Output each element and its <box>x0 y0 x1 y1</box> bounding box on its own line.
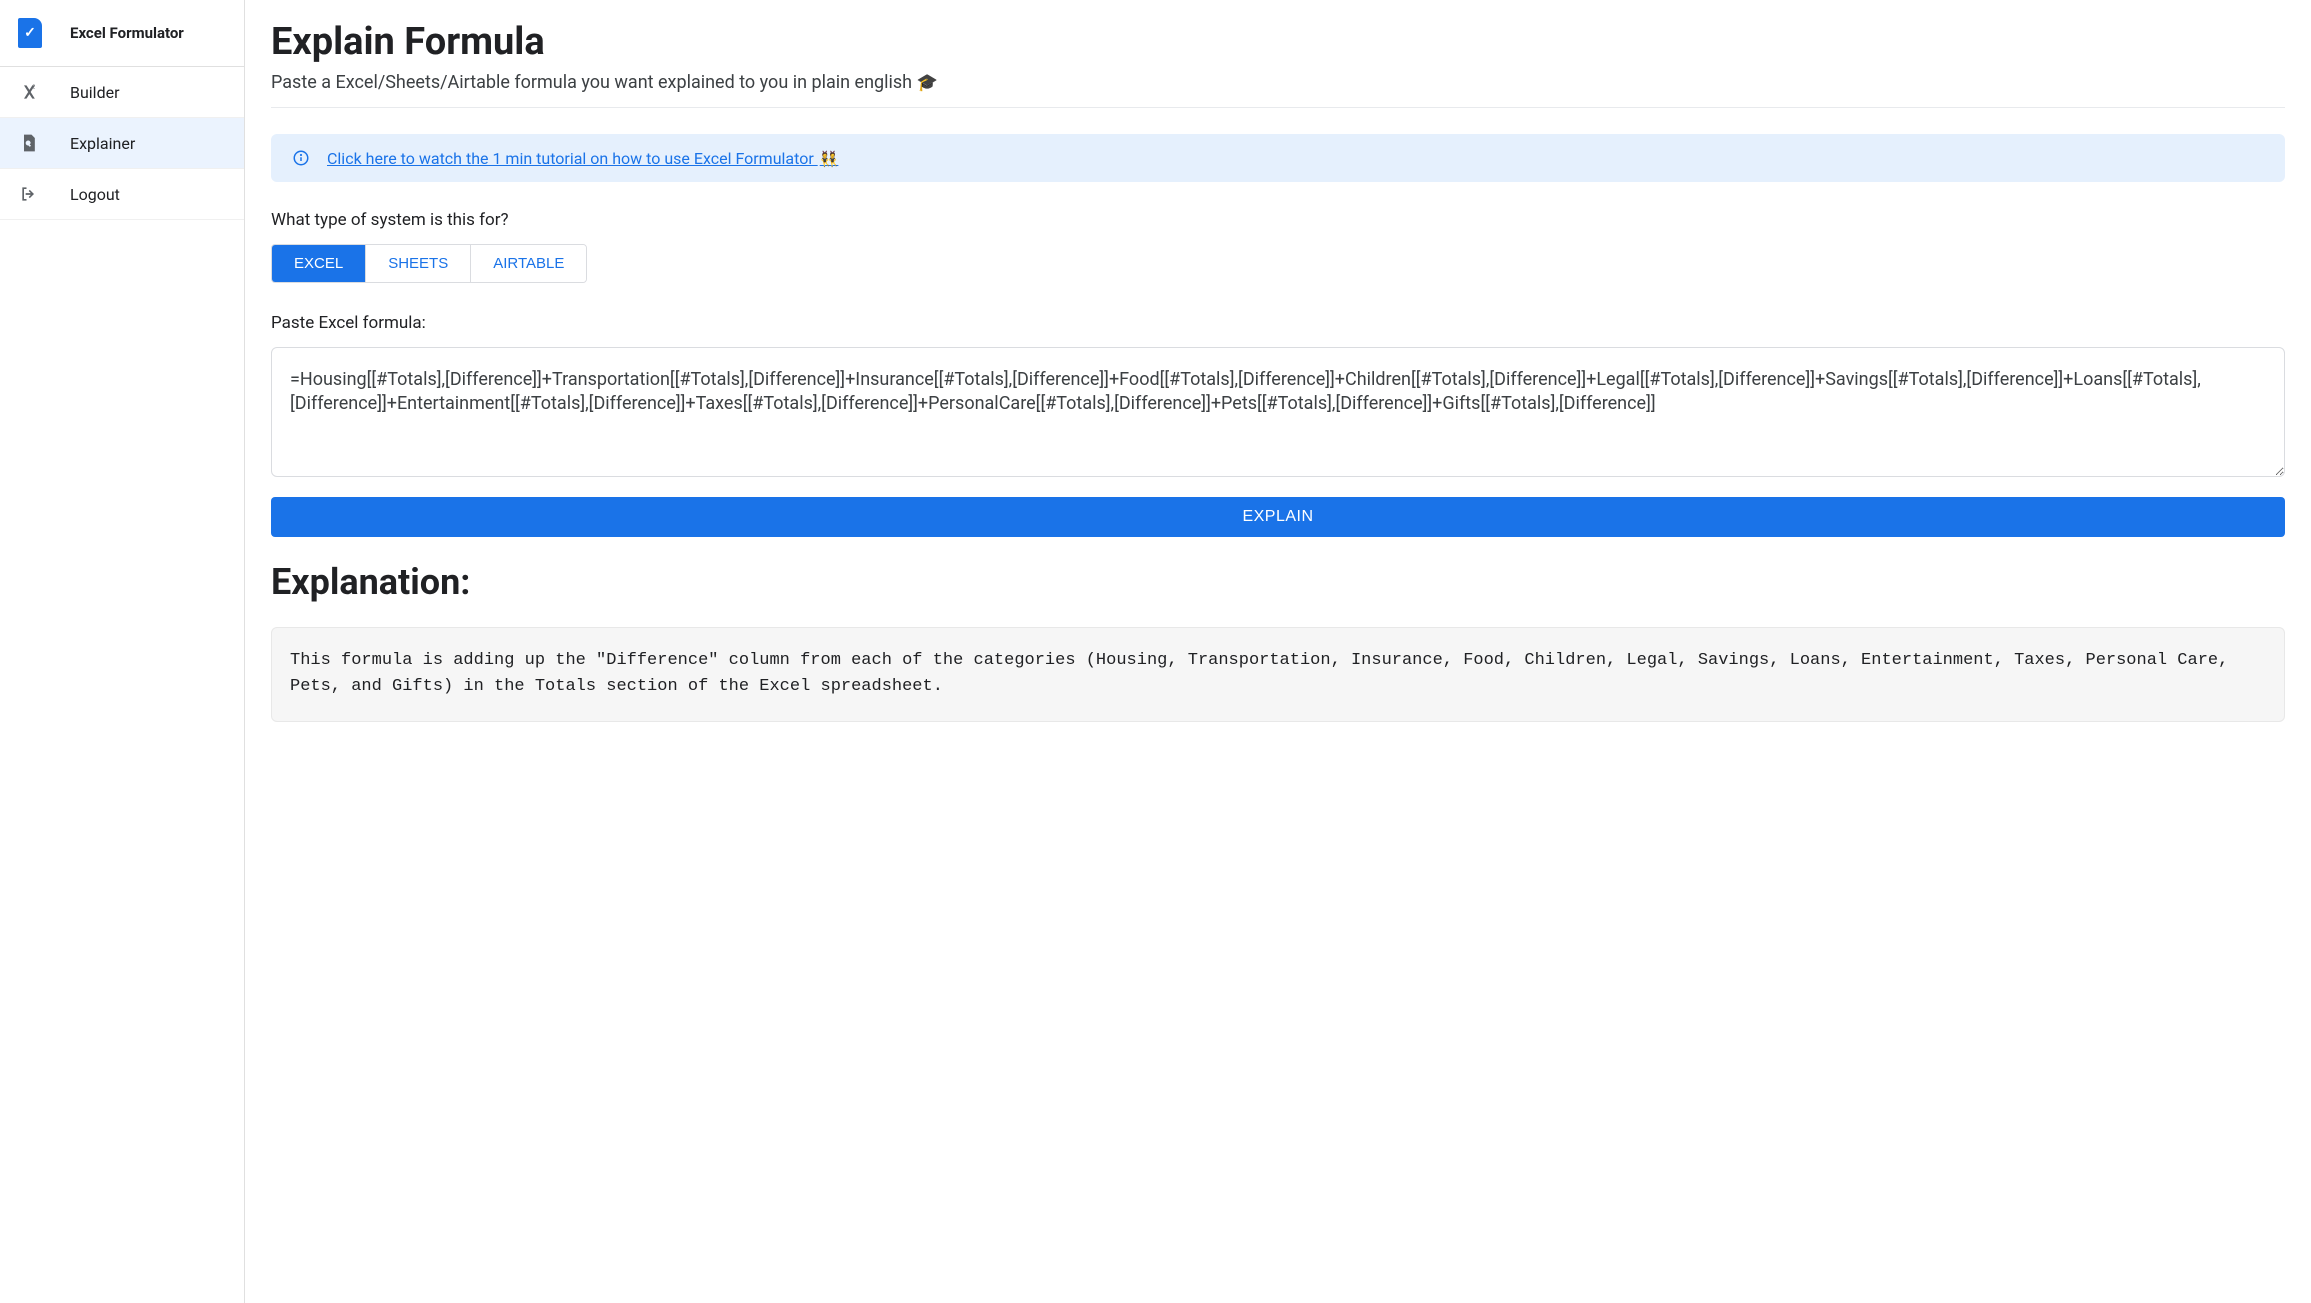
system-type-toggle: EXCEL SHEETS AIRTABLE <box>271 244 587 283</box>
sidebar-item-label: Builder <box>70 83 120 102</box>
explain-button[interactable]: EXPLAIN <box>271 497 2285 537</box>
toggle-sheets[interactable]: SHEETS <box>366 245 471 282</box>
main-content: Explain Formula Paste a Excel/Sheets/Air… <box>245 0 2311 1303</box>
sidebar-nav: 2 Builder Explainer Logout <box>0 67 244 220</box>
sidebar-header: Excel Formulator <box>0 0 244 67</box>
svg-text:2: 2 <box>32 85 35 91</box>
formula-icon: 2 <box>18 81 40 103</box>
explanation-output: This formula is adding up the "Differenc… <box>271 627 2285 722</box>
tutorial-link[interactable]: Click here to watch the 1 min tutorial o… <box>327 149 838 168</box>
sidebar-item-builder[interactable]: 2 Builder <box>0 67 244 118</box>
tutorial-link-text: Click here to watch the 1 min tutorial o… <box>327 149 818 168</box>
formula-input-label: Paste Excel formula: <box>271 313 2285 333</box>
logo-icon <box>18 18 42 48</box>
toggle-excel[interactable]: EXCEL <box>272 245 366 282</box>
tutorial-banner: Click here to watch the 1 min tutorial o… <box>271 134 2285 182</box>
sidebar-item-label: Logout <box>70 185 120 204</box>
search-doc-icon <box>18 132 40 154</box>
page-title: Explain Formula <box>271 20 2285 64</box>
toggle-airtable[interactable]: AIRTABLE <box>471 245 586 282</box>
sidebar-item-explainer[interactable]: Explainer <box>0 118 244 169</box>
explanation-heading: Explanation: <box>271 561 2285 603</box>
graduation-cap-emoji: 🎓 <box>917 73 938 93</box>
sidebar-item-logout[interactable]: Logout <box>0 169 244 220</box>
logout-icon <box>18 183 40 205</box>
page-subtitle: Paste a Excel/Sheets/Airtable formula yo… <box>271 72 2285 108</box>
formula-textarea[interactable] <box>271 347 2285 477</box>
info-icon <box>291 148 311 168</box>
sidebar: Excel Formulator 2 Builder Explainer Log… <box>0 0 245 1303</box>
people-emoji: 👯 <box>820 150 839 168</box>
sidebar-item-label: Explainer <box>70 134 135 153</box>
app-name: Excel Formulator <box>70 24 184 42</box>
system-type-label: What type of system is this for? <box>271 210 2285 230</box>
subtitle-text: Paste a Excel/Sheets/Airtable formula yo… <box>271 72 917 93</box>
